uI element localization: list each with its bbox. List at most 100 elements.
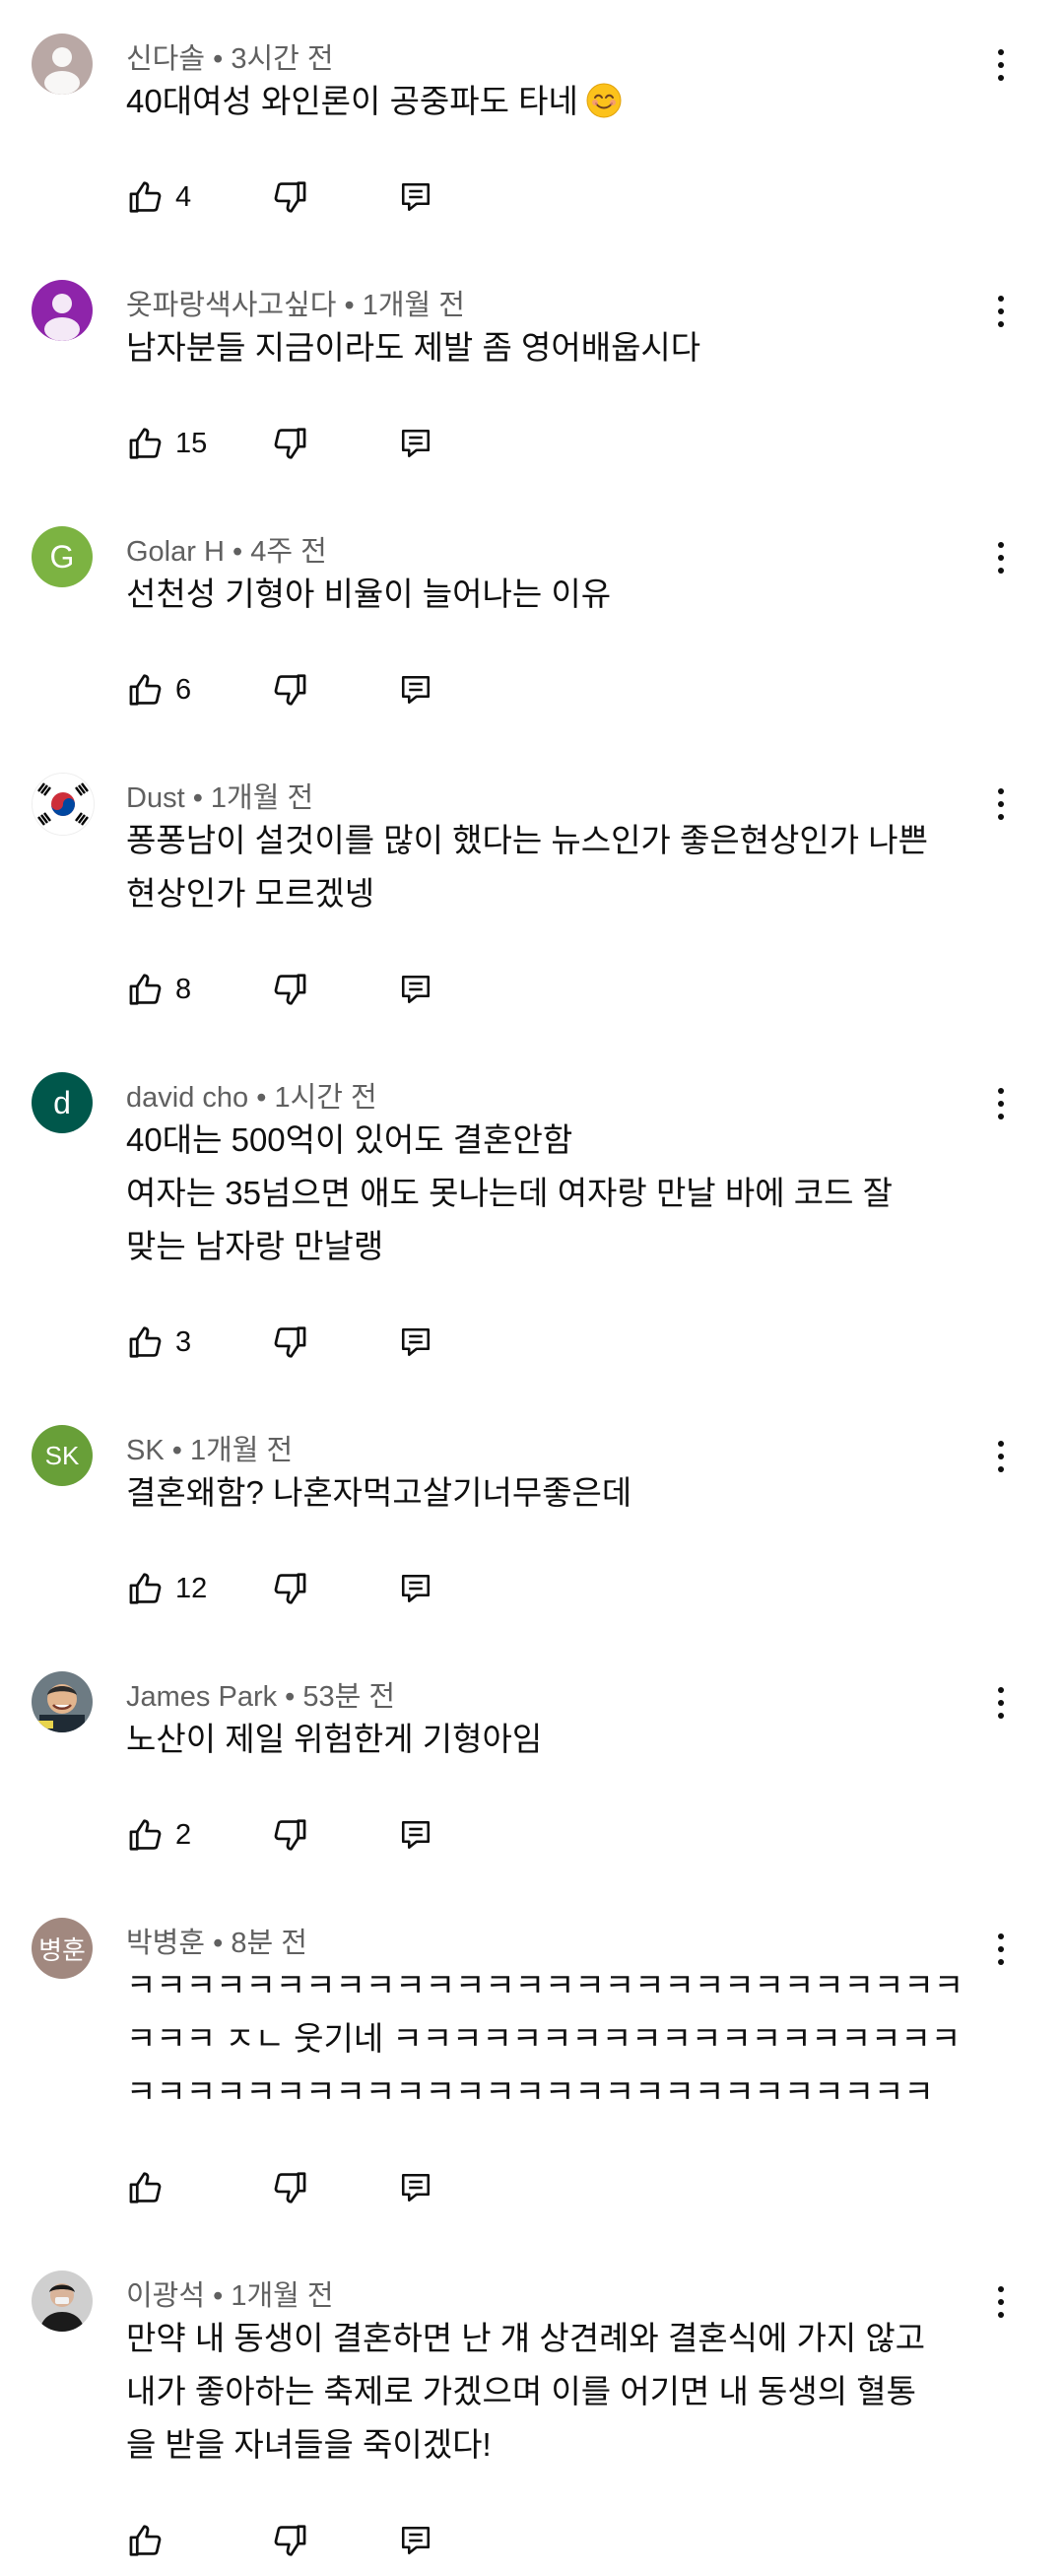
like-button[interactable]: 8 [126, 966, 191, 1013]
avatar[interactable]: 병훈 [32, 1918, 93, 1979]
avatar[interactable] [32, 280, 93, 341]
dislike-button[interactable] [270, 1811, 309, 1859]
comment-time[interactable]: 1개월 전 [190, 1435, 293, 1466]
comment-time[interactable]: 1개월 전 [363, 290, 465, 321]
avatar[interactable] [32, 773, 95, 836]
like-button[interactable] [126, 2164, 166, 2211]
comment-text: 노산이 제일 위험한게 기형아임 [126, 1713, 1013, 1766]
comment-text: 남자분들 지금이라도 제발 좀 영어배웁시다 [126, 321, 1013, 374]
like-button[interactable]: 12 [126, 1565, 207, 1612]
reply-button[interactable] [398, 966, 433, 1013]
comment-time[interactable]: 3시간 전 [231, 43, 333, 75]
dislike-button[interactable] [270, 1565, 309, 1612]
more-options-icon[interactable] [981, 1922, 1021, 1977]
meta-separator: • [164, 1435, 190, 1466]
thumbs-down-icon [270, 178, 309, 216]
dislike-button[interactable] [270, 1319, 309, 1366]
comment-text-content: 40대는 500억이 있어도 결혼안함 여자는 35넘으면 애도 못나는데 여자… [126, 1121, 893, 1264]
reply-button[interactable] [398, 1811, 433, 1859]
comment-time[interactable]: 1시간 전 [274, 1082, 376, 1114]
comment-author[interactable]: Golar H [126, 536, 225, 568]
comment-time[interactable]: 4주 전 [250, 536, 327, 568]
dislike-button[interactable] [270, 2164, 309, 2211]
comment-item: d david cho • 1시간 전 40대는 500억이 있어도 결혼안함 여자… [0, 1072, 1063, 1378]
comment-author[interactable]: SK [126, 1435, 165, 1466]
reply-button[interactable] [398, 666, 433, 713]
comment-text: ㅋㅋㅋㅋㅋㅋㅋㅋㅋㅋㅋㅋㅋㅋㅋㅋㅋㅋㅋㅋㅋㅋㅋㅋㅋㅋㅋㅋ ㅋㅋㅋ ㅈㄴ 웃기네 … [126, 1959, 1013, 2119]
more-options-icon[interactable] [981, 284, 1021, 339]
more-options-icon[interactable] [981, 1429, 1021, 1484]
thumbs-up-icon [126, 178, 166, 216]
comment-author[interactable]: 박병훈 [126, 1928, 205, 1959]
comment-time[interactable]: 53분 전 [302, 1681, 395, 1713]
dislike-button[interactable] [270, 173, 309, 221]
dislike-button[interactable] [270, 666, 309, 713]
comment-author[interactable]: david cho [126, 1082, 248, 1114]
reply-button[interactable] [398, 420, 433, 467]
thumbs-up-icon [126, 2522, 166, 2559]
thumbs-down-icon [270, 971, 309, 1008]
meta-separator: • [184, 782, 211, 814]
more-options-icon[interactable] [981, 37, 1021, 93]
dislike-button[interactable] [270, 966, 309, 1013]
more-options-icon[interactable] [981, 777, 1021, 832]
thumbs-up-icon [126, 671, 166, 709]
comment-text-content: 결혼왜함? 나혼자먹고살기너무좋은데 [126, 1474, 632, 1511]
reply-button[interactable] [398, 1565, 433, 1612]
reply-button[interactable] [398, 2517, 433, 2564]
like-count: 4 [175, 180, 192, 213]
meta-separator: • [205, 43, 232, 75]
meta-separator: • [277, 1681, 303, 1713]
like-button[interactable]: 2 [126, 1811, 191, 1859]
more-options-icon[interactable] [981, 1076, 1021, 1131]
comment-item: SK SK • 1개월 전결혼왜함? 나혼자먹고살기너무좋은데 12 [0, 1425, 1063, 1624]
meta-separator: • [205, 2280, 232, 2312]
reply-icon [398, 1324, 433, 1360]
more-options-icon[interactable] [981, 1675, 1021, 1730]
comment-time[interactable]: 8분 전 [231, 1928, 307, 1959]
thumbs-up-icon [126, 1816, 166, 1854]
comment-item: 신다솔 • 3시간 전 40대여성 와인론이 공중파도 타네 4 [0, 34, 1063, 233]
comment-author[interactable]: Dust [126, 782, 185, 814]
avatar[interactable]: G [32, 526, 93, 587]
comment-time[interactable]: 1개월 전 [211, 782, 313, 814]
reply-icon [398, 972, 433, 1007]
comment-author[interactable]: 신다솔 [126, 43, 205, 75]
thumbs-up-icon [126, 971, 166, 1008]
reply-button[interactable] [398, 173, 433, 221]
like-button[interactable]: 4 [126, 173, 191, 221]
reply-button[interactable] [398, 2164, 433, 2211]
thumbs-up-icon [126, 425, 166, 462]
more-options-icon[interactable] [981, 530, 1021, 585]
comment-author[interactable]: 옷파랑색사고싶다 [126, 290, 336, 321]
dislike-button[interactable] [270, 420, 309, 467]
like-button[interactable] [126, 2517, 166, 2564]
avatar[interactable]: d [32, 1072, 93, 1133]
comment-text-content: 40대여성 와인론이 공중파도 타네 [126, 83, 578, 119]
like-count: 3 [175, 1325, 192, 1358]
avatar[interactable] [32, 2271, 93, 2332]
reply-button[interactable] [398, 1319, 433, 1366]
avatar[interactable] [32, 1671, 93, 1732]
comment-meta: Dust • 1개월 전 [126, 775, 313, 816]
comment-author[interactable]: 이광석 [126, 2280, 205, 2312]
like-button[interactable]: 6 [126, 666, 191, 713]
comment-text-content: 퐁퐁남이 설것이를 많이 했다는 뉴스인가 좋은현상인가 나쁜 현상인가 모르겠… [126, 822, 929, 912]
thumbs-up-icon [126, 1323, 166, 1361]
comment-time[interactable]: 1개월 전 [231, 2280, 333, 2312]
like-button[interactable]: 15 [126, 420, 207, 467]
comment-item: James Park • 53분 전 노산이 제일 위험한게 기형아임 2 [0, 1671, 1063, 1870]
comment-actions: 8 [126, 966, 520, 1013]
comment-author[interactable]: James Park [126, 1681, 277, 1713]
comment-actions: 15 [126, 420, 520, 467]
like-count: 12 [175, 1572, 208, 1604]
comment-text-content: 남자분들 지금이라도 제발 좀 영어배웁시다 [126, 329, 701, 366]
comment-meta: 신다솔 • 3시간 전 [126, 35, 334, 77]
like-button[interactable]: 3 [126, 1319, 191, 1366]
avatar[interactable]: SK [32, 1425, 93, 1486]
dislike-button[interactable] [270, 2517, 309, 2564]
more-options-icon[interactable] [981, 2274, 1021, 2330]
reply-icon [398, 1817, 433, 1853]
avatar[interactable] [32, 34, 93, 95]
comment-text-content: 만약 내 동생이 결혼하면 난 걔 상견례와 결혼식에 가지 않고 내가 좋아하… [126, 2320, 926, 2463]
